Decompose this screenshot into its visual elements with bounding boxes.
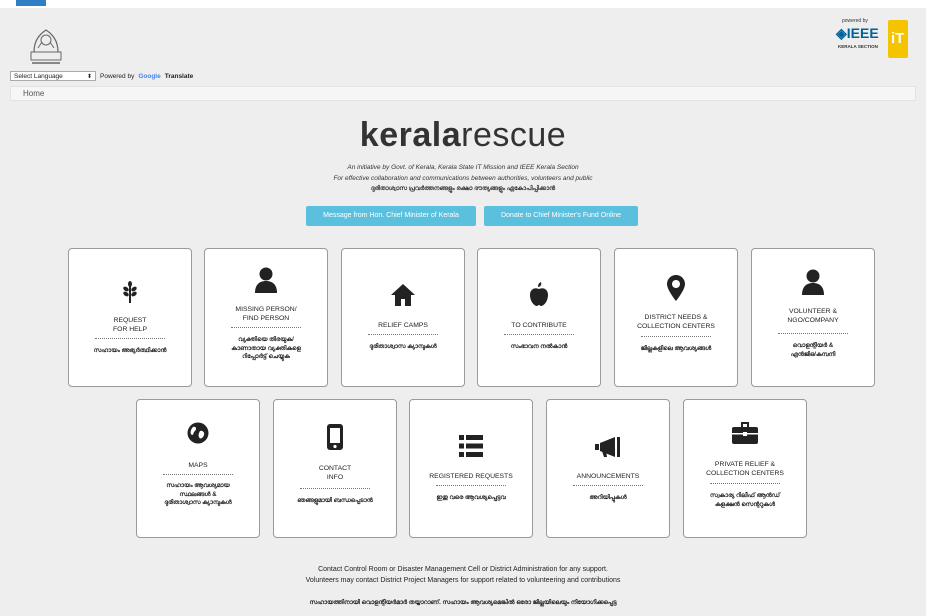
tagline-line-3: ദുരിതാശ്വാസ പ്രവർത്തനങ്ങളും രക്ഷാ ദൗത്യങ… — [370, 186, 556, 192]
card-divider — [95, 338, 165, 339]
card-title: VOLUNTEER & NGO/COMPANY — [787, 308, 839, 324]
map-marker-icon — [615, 275, 737, 301]
globe-icon — [137, 422, 259, 444]
brand-light: rescue — [461, 116, 567, 154]
donate-cmdrf-button[interactable]: Donate to Chief Minister's Fund Online — [484, 206, 638, 226]
card-announcements[interactable]: ANNOUNCEMENTS അറിയിപ്പുകൾ — [546, 399, 670, 538]
language-select[interactable]: Select Language ⬍ — [10, 71, 96, 81]
google-logo: Google — [138, 72, 161, 80]
card-divider — [778, 333, 848, 334]
powered-by-label: powered by — [842, 18, 868, 24]
card-subtitle: ഞങ്ങളുമായി ബന്ധപ്പെടാൻ — [297, 498, 373, 504]
select-arrows-icon: ⬍ — [86, 74, 92, 80]
card-title: RELIEF CAMPS — [378, 322, 428, 329]
phone-icon — [274, 424, 396, 450]
card-divider — [300, 488, 370, 489]
card-subtitle: സ്വകാര്യ റിലീഫ് ആൻഡ് കളക്ഷൻ സെന്ററുകൾ — [710, 493, 780, 508]
card-title: MAPS — [188, 462, 208, 469]
footer-line-2: Volunteers may contact District Project … — [305, 577, 621, 584]
tagline-block: An initiative by Govt. of Kerala, Kerala… — [0, 163, 926, 195]
breadcrumb: Home — [10, 86, 916, 101]
footer-line-3: സഹായത്തിനായി വൊളന്റിയർമാർ തയ്യാറാണ്. സഹാ… — [309, 600, 617, 606]
top-strip — [0, 0, 926, 8]
card-maps[interactable]: MAPS സഹായം ആവശ്യമായ സ്ഥലങ്ങൾ & ദുരിതാശ്വാസ… — [136, 399, 260, 538]
cm-message-button[interactable]: Message from Hon. Chief Minister of Kera… — [306, 206, 476, 226]
footer-line-1: Contact Control Room or Disaster Managem… — [318, 566, 608, 573]
card-divider — [436, 485, 506, 486]
card-subtitle: ദുരിതാശ്വാസ ക്യാമ്പുകൾ — [369, 344, 437, 350]
brand-bold: kerala — [359, 116, 462, 154]
kerala-emblem-logo — [30, 29, 62, 64]
card-divider — [504, 334, 574, 335]
wheat-icon — [69, 281, 191, 303]
card-private-relief[interactable]: PRIVATE RELIEF & COLLECTION CENTERS സ്വകാ… — [683, 399, 807, 538]
card-request-help[interactable]: REQUEST FOR HELP സഹായം അഭ്യർത്ഥിക്കാൻ — [68, 248, 192, 387]
card-subtitle: ഇതു വരെ ആവശ്യപ്പെട്ടവ — [436, 495, 506, 501]
breadcrumb-home[interactable]: Home — [23, 89, 44, 98]
tagline-line-2: For effective collaboration and communic… — [333, 174, 593, 182]
ieee-wordmark: ◈IEEE — [836, 25, 879, 41]
kerala-section-label: KERALA SECTION — [838, 44, 878, 49]
card-subtitle: സഹായം അഭ്യർത്ഥിക്കാൻ — [93, 348, 167, 354]
card-title: PRIVATE RELIEF & COLLECTION CENTERS — [706, 461, 784, 477]
card-subtitle: സംഭാവന നൽകാൻ — [510, 344, 568, 350]
card-contact-info[interactable]: CONTACT INFO ഞങ്ങളുമായി ബന്ധപ്പെടാൻ — [273, 399, 397, 538]
card-subtitle: വൊളന്റിയർ & എൻജിഒ/കമ്പനി — [790, 343, 836, 358]
card-title: TO CONTRIBUTE — [511, 322, 567, 329]
card-divider — [231, 327, 301, 328]
card-district-needs[interactable]: DISTRICT NEEDS & COLLECTION CENTERS ജില്ല… — [614, 248, 738, 387]
volunteer-icon — [752, 269, 874, 295]
it-mission-logo: iT — [888, 20, 908, 58]
tagline-line-1: An initiative by Govt. of Kerala, Kerala… — [347, 164, 579, 171]
card-relief-camps[interactable]: RELIEF CAMPS ദുരിതാശ്വാസ ക്യാമ്പുകൾ — [341, 248, 465, 387]
home-icon — [342, 284, 464, 306]
card-subtitle: ജില്ലകളിലെ ആവശ്യങ്ങൾ — [640, 346, 712, 352]
card-contribute[interactable]: TO CONTRIBUTE സംഭാവന നൽകാൻ — [477, 248, 601, 387]
card-subtitle: സഹായം ആവശ്യമായ സ്ഥലങ്ങൾ & ദുരിതാശ്വാസ ക്യാ… — [164, 483, 232, 506]
card-divider — [710, 483, 780, 484]
card-subtitle: അറിയിപ്പുകൾ — [589, 495, 627, 501]
card-divider — [641, 336, 711, 337]
card-title: REGISTERED REQUESTS — [429, 473, 513, 480]
site-brand: keralarescue — [0, 116, 926, 155]
card-divider — [573, 485, 643, 486]
top-accent-bar — [16, 0, 46, 6]
card-divider — [163, 474, 233, 475]
card-title: ANNOUNCEMENTS — [576, 473, 640, 480]
apple-icon — [478, 282, 600, 306]
briefcase-icon — [684, 422, 806, 444]
card-title: MISSING PERSON/FIND PERSON — [235, 306, 297, 322]
card-title: CONTACT INFO — [318, 465, 352, 481]
card-title: REQUEST FOR HELP — [113, 317, 147, 333]
card-volunteer[interactable]: VOLUNTEER & NGO/COMPANY വൊളന്റിയർ & എൻജിഒ/… — [751, 248, 875, 387]
translate-link[interactable]: Translate — [165, 73, 194, 80]
card-subtitle: വ്യക്തിയെ തിരയുക/കാണാതായ വ്യക്തികളെ റിപ്പ… — [231, 337, 301, 360]
bullhorn-icon — [547, 437, 669, 457]
card-registered-requests[interactable]: REGISTERED REQUESTS ഇതു വരെ ആവശ്യപ്പെട്ട… — [409, 399, 533, 538]
card-divider — [368, 334, 438, 335]
language-bar: Select Language ⬍ Powered by Google Trans… — [10, 70, 193, 82]
list-icon — [410, 435, 532, 457]
powered-by-text: Powered by — [100, 72, 135, 80]
card-missing-person[interactable]: MISSING PERSON/FIND PERSON വ്യക്തിയെ തിര… — [204, 248, 328, 387]
card-title: DISTRICT NEEDS & COLLECTION CENTERS — [637, 314, 715, 330]
ieee-sponsor-logo: powered by ◈IEEE KERALA SECTION iT — [828, 18, 916, 64]
user-icon — [205, 267, 327, 293]
